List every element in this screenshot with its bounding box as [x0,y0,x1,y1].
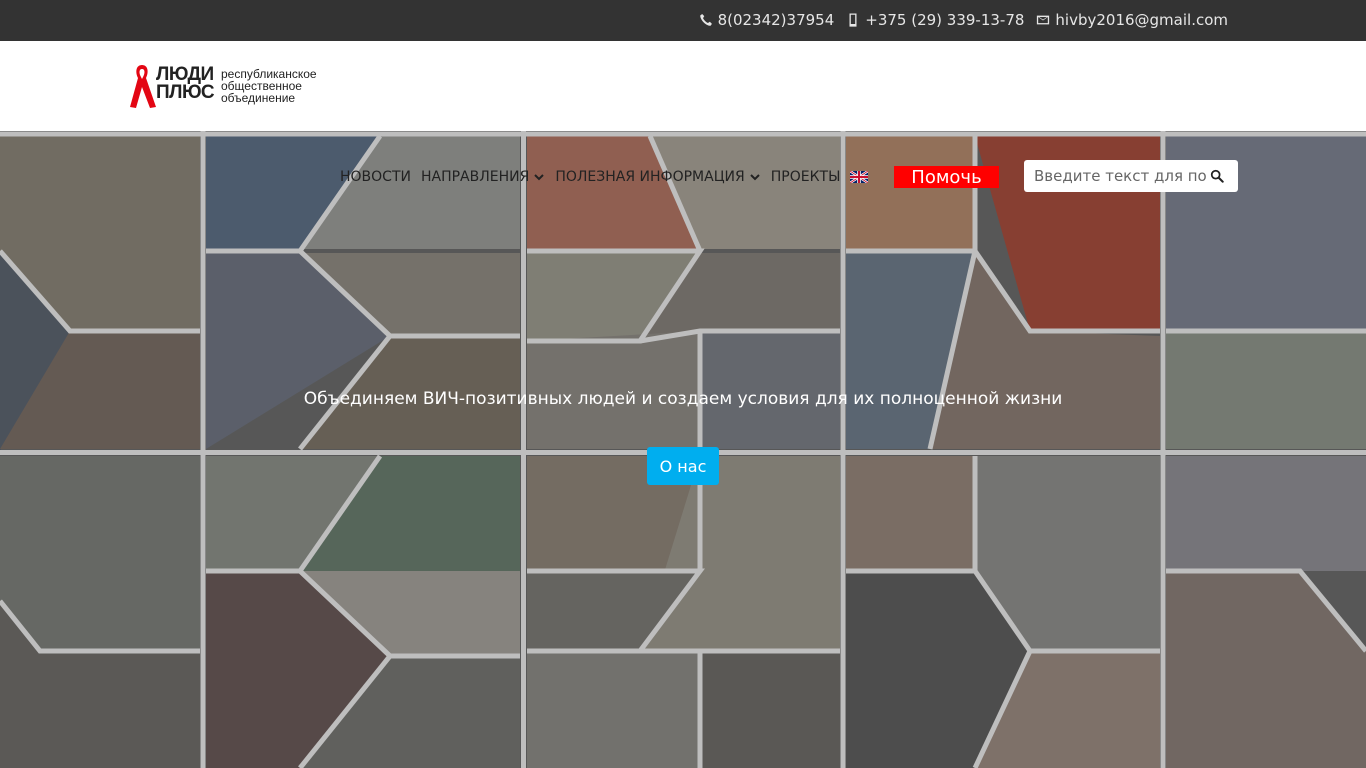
logo-subtitle: республиканское общественное объединение [221,68,341,104]
nav-item-projects-label: ПРОЕКТЫ [770,169,841,185]
phone-icon [699,14,712,26]
contact-list: 8(02342)37954 +375 (29) 339-13-78 hivby2… [699,11,1228,29]
contact-phone1[interactable]: 8(02342)37954 [699,11,835,29]
nav-item-directions[interactable]: НАПРАВЛЕНИЯ [421,169,545,185]
search-icon[interactable] [1210,169,1224,183]
uk-flag-icon[interactable] [850,171,869,183]
top-contact-bar: 8(02342)37954 +375 (29) 339-13-78 hivby2… [0,0,1366,41]
search-box [1024,160,1238,192]
main-navigation: НОВОСТИ НАПРАВЛЕНИЯ ПОЛЕЗНАЯ ИНФОРМАЦИЯ … [340,166,888,188]
search-input[interactable] [1024,167,1206,185]
chevron-down-icon [534,174,545,181]
hero-section: НОВОСТИ НАПРАВЛЕНИЯ ПОЛЕЗНАЯ ИНФОРМАЦИЯ … [0,131,1366,768]
contact-phone2[interactable]: +375 (29) 339-13-78 [846,11,1024,29]
nav-item-directions-label: НАПРАВЛЕНИЯ [420,169,530,185]
site-logo[interactable]: ЛЮДИ ПЛЮС республиканское общественное о… [128,63,338,111]
help-button[interactable]: Помочь [894,166,999,188]
email-text: hivby2016@gmail.com [1055,11,1228,29]
nav-item-news[interactable]: НОВОСТИ [340,169,411,185]
nav-item-useful-info-label: ПОЛЕЗНАЯ ИНФОРМАЦИЯ [555,169,745,185]
red-ribbon-icon [130,65,156,108]
chevron-down-icon [750,174,760,181]
logo-name-line2: ПЛЮС [156,82,215,103]
contact-email[interactable]: hivby2016@gmail.com [1036,11,1228,29]
envelope-icon [1037,15,1050,25]
logo-subtitle-line3: объединение [221,91,296,105]
site-header: ЛЮДИ ПЛЮС республиканское общественное о… [0,41,1366,131]
phone1-text: 8(02342)37954 [717,11,835,29]
nav-item-useful-info[interactable]: ПОЛЕЗНАЯ ИНФОРМАЦИЯ [555,169,760,185]
phone2-text: +375 (29) 339-13-78 [865,11,1025,29]
mobile-icon [849,13,857,27]
hero-tagline: Объединяем ВИЧ-позитивных людей и создае… [303,389,1063,409]
nav-item-projects[interactable]: ПРОЕКТЫ [771,169,841,185]
about-button[interactable]: О нас [647,447,719,485]
nav-item-news-label: НОВОСТИ [340,169,411,185]
